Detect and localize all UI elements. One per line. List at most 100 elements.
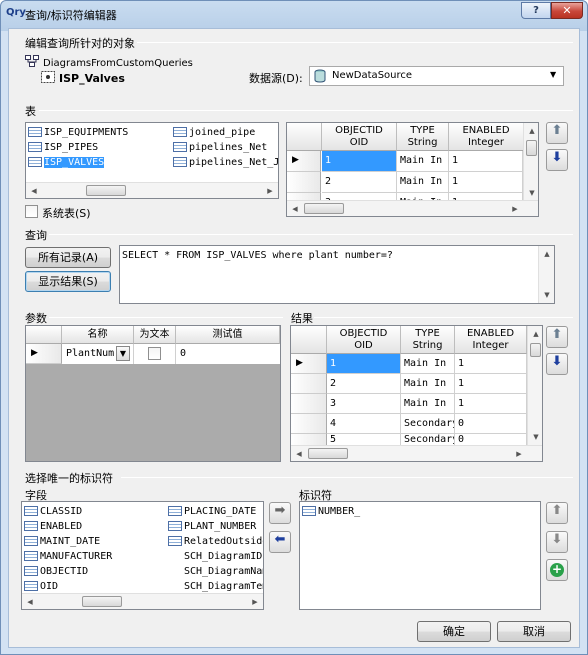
list-item[interactable]: NUMBER_ [302,504,360,519]
list-item[interactable]: SCH_DiagramTem [184,579,263,594]
row-header[interactable]: ▶ [291,354,327,374]
column-header[interactable]: ENABLED Integer [449,123,524,151]
table-cell[interactable]: 2 [322,172,397,193]
chevron-down-icon[interactable]: ▼ [116,346,130,361]
table-cell[interactable]: 1 [327,354,401,374]
scroll-thumb[interactable] [308,448,348,459]
move-up-button[interactable]: ⬆ [546,122,568,144]
column-header[interactable]: TYPE String [401,326,455,354]
close-button[interactable]: ✕ [551,2,583,19]
list-item[interactable]: OID [24,579,58,594]
table-cell[interactable]: 1 [449,151,523,172]
vertical-scrollbar[interactable]: ▲ ▼ [538,246,554,303]
table-fields-grid[interactable]: OBJECTID OID TYPE String ENABLED Integer ▲ … [286,122,539,217]
list-item[interactable]: PLACING_DATE [168,504,256,519]
scroll-right-icon[interactable]: ▶ [262,183,278,199]
scroll-up-icon[interactable]: ▲ [524,123,538,139]
add-identifier-button[interactable]: ➡ [269,502,291,524]
results-grid[interactable]: OBJECTID OID TYPE String ENABLED Integer ▲ … [290,325,543,462]
identifiers-list[interactable]: NUMBER_ [299,501,541,610]
scroll-down-icon[interactable]: ▼ [528,429,542,445]
scroll-left-icon[interactable]: ◀ [22,594,38,610]
column-header[interactable]: 名称 [62,326,134,344]
tables-list[interactable]: ISP_EQUIPMENTS ISP_PIPES ISP_VALVES join… [25,122,279,199]
identifier-up-button[interactable]: ⬆ [546,502,568,524]
results-down-button[interactable]: ⬇ [546,353,568,375]
list-item[interactable]: SCH_DiagramID [184,549,263,564]
list-item-selected[interactable]: ISP_VALVES [28,155,105,170]
all-records-button[interactable]: 所有记录(A) [25,247,111,268]
test-value-cell[interactable]: 0 [176,344,280,364]
scroll-right-icon[interactable]: ▶ [247,594,263,610]
table-cell[interactable]: Main In [401,354,455,374]
list-item[interactable]: OBJECTID [24,564,88,579]
table-cell[interactable]: Main In [401,394,455,414]
scroll-up-icon[interactable]: ▲ [539,246,555,262]
horizontal-scrollbar[interactable]: ◀ ▶ [26,182,278,198]
vertical-scrollbar[interactable]: ▲ ▼ [527,326,542,445]
datasource-combo[interactable]: NewDataSource ▼ [309,66,564,86]
list-item[interactable]: ISP_PIPES [28,140,98,155]
list-item[interactable]: PLANT_NUMBER [168,519,256,534]
scroll-down-icon[interactable]: ▼ [539,287,555,303]
scroll-left-icon[interactable]: ◀ [26,183,42,199]
param-name-combo[interactable]: PlantNum ▼ [62,344,134,364]
table-cell[interactable]: 1 [449,172,523,193]
scroll-down-icon[interactable]: ▼ [524,185,538,201]
table-cell[interactable]: 0 [455,414,527,434]
scroll-right-icon[interactable]: ▶ [511,446,527,461]
title-bar[interactable]: Qry 查询/标识符编辑器 ? ✕ [1,1,587,27]
column-header[interactable]: ENABLED Integer [455,326,527,354]
column-header[interactable]: 为文本 [134,326,176,344]
list-item[interactable]: ENABLED [24,519,82,534]
list-item[interactable]: pipelines_Net_Jur [173,155,278,170]
scroll-thumb[interactable] [530,343,541,357]
table-cell[interactable]: 3 [327,394,401,414]
scroll-right-icon[interactable]: ▶ [507,201,523,216]
column-header[interactable]: OBJECTID OID [322,123,397,151]
column-header[interactable]: OBJECTID OID [327,326,401,354]
list-item[interactable]: MANUFACTURER [24,549,112,564]
column-header[interactable]: 测试值 [176,326,280,344]
row-header[interactable] [287,172,321,193]
table-cell[interactable]: Main In [401,374,455,394]
horizontal-scrollbar[interactable]: ◀ ▶ [287,200,538,216]
table-cell[interactable]: 4 [327,414,401,434]
table-cell[interactable]: 1 [455,374,527,394]
ok-button[interactable]: 确定 [417,621,491,642]
list-item[interactable]: SCH_DiagramNam [184,564,263,579]
list-item[interactable]: ISP_EQUIPMENTS [28,125,128,140]
identifier-down-button[interactable]: ⬇ [546,531,568,553]
row-header[interactable] [291,394,327,414]
row-header[interactable]: ▶ [26,344,62,364]
horizontal-scrollbar[interactable]: ◀ ▶ [22,593,263,609]
move-down-button[interactable]: ⬇ [546,149,568,171]
table-cell[interactable]: 1 [455,354,527,374]
system-tables-checkbox[interactable] [25,205,38,218]
show-results-button[interactable]: 显示结果(S) [25,271,111,292]
list-item[interactable]: RelatedOutside [168,534,263,549]
row-header[interactable] [291,414,327,434]
list-item[interactable]: CLASSID [24,504,82,519]
table-cell[interactable]: Secondary [401,414,455,434]
remove-identifier-button[interactable]: ⬅ [269,531,291,553]
params-grid[interactable]: 名称 为文本 测试值 ▶ PlantNum ▼ 0 [25,325,281,462]
add-button[interactable]: + [546,559,568,581]
column-header[interactable]: TYPE String [397,123,449,151]
as-text-checkbox[interactable] [148,347,161,360]
scroll-thumb[interactable] [304,203,344,214]
scroll-left-icon[interactable]: ◀ [287,201,303,216]
table-cell[interactable]: 1 [455,394,527,414]
horizontal-scrollbar[interactable]: ◀ ▶ [291,445,542,461]
list-item[interactable]: pipelines_Net [173,140,267,155]
scroll-up-icon[interactable]: ▲ [528,326,542,342]
list-item[interactable]: joined_pipe [173,125,255,140]
cancel-button[interactable]: 取消 [497,621,571,642]
scroll-thumb[interactable] [82,596,122,607]
scroll-thumb[interactable] [86,185,126,196]
vertical-scrollbar[interactable]: ▲ ▼ [523,123,538,201]
table-cell[interactable]: Main In [397,151,449,172]
list-item[interactable]: MAINT_DATE [24,534,100,549]
results-up-button[interactable]: ⬆ [546,326,568,348]
scroll-left-icon[interactable]: ◀ [291,446,307,461]
